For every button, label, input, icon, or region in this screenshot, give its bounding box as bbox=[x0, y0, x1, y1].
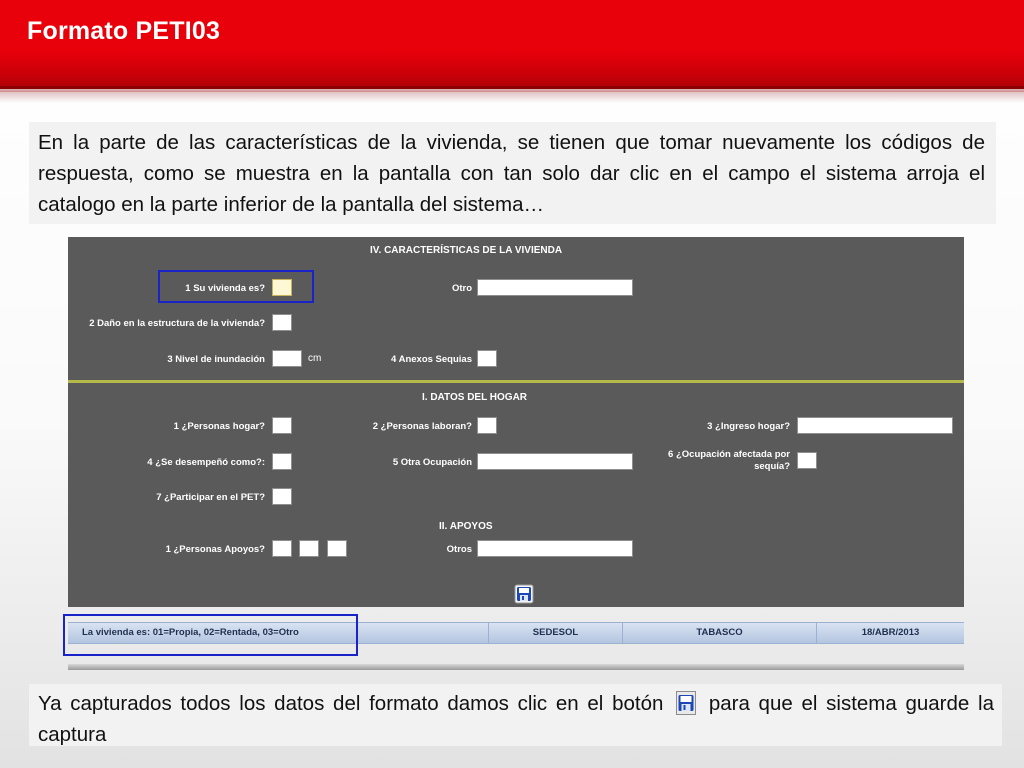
anexos-label: 4 Anexos Sequias bbox=[391, 354, 472, 365]
personas-apoyos-label: 1 ¿Personas Apoyos? bbox=[165, 544, 265, 555]
date-cell: 18/ABR/2013 bbox=[816, 623, 964, 643]
otros-label: Otros bbox=[446, 544, 472, 555]
personas-hogar-label: 1 ¿Personas hogar? bbox=[173, 421, 265, 432]
otra-ocupacion-label: 5 Otra Ocupación bbox=[392, 457, 472, 468]
state-cell: TABASCO bbox=[622, 623, 816, 643]
otro-input[interactable] bbox=[477, 279, 633, 296]
personas-hogar-input[interactable] bbox=[272, 417, 292, 434]
org-cell: SEDESOL bbox=[488, 623, 622, 643]
otra-ocupacion-input[interactable] bbox=[477, 453, 633, 470]
ocupacion-afectada-label: 6 ¿Ocupación afectada por sequía? bbox=[668, 449, 790, 472]
otro-label: Otro bbox=[451, 283, 472, 294]
desempeno-input[interactable] bbox=[272, 453, 292, 470]
dano-label: 2 Daño en la estructura de la vivienda? bbox=[89, 318, 265, 329]
ingreso-label: 3 ¿Ingreso hogar? bbox=[707, 421, 790, 432]
section-apoyos-title: II. APOYOS bbox=[439, 521, 493, 532]
personas-laboran-input[interactable] bbox=[477, 417, 497, 434]
title-banner bbox=[0, 0, 1024, 92]
section-vivienda-title: IV. CARACTERÍSTICAS DE LA VIVIENDA bbox=[370, 245, 563, 256]
slide-title: Formato PETI03 bbox=[27, 17, 221, 45]
section-divider bbox=[68, 380, 964, 383]
highlight-su-vivienda bbox=[158, 270, 314, 303]
personas-laboran-label: 2 ¿Personas laboran? bbox=[372, 421, 472, 432]
screenshot-bottom-strip bbox=[68, 664, 964, 670]
highlight-catalog bbox=[63, 614, 358, 656]
outro-text-before: Ya capturados todos los datos del format… bbox=[38, 692, 664, 715]
participar-label: 7 ¿Participar en el PET? bbox=[156, 492, 265, 503]
floppy-disk-icon[interactable] bbox=[514, 584, 534, 604]
anexos-input[interactable] bbox=[477, 350, 497, 367]
ingreso-input[interactable] bbox=[797, 417, 953, 434]
outro-textbox: Ya capturados todos los datos del format… bbox=[29, 684, 1002, 746]
nivel-input[interactable] bbox=[272, 350, 302, 367]
otros-input[interactable] bbox=[477, 540, 633, 557]
banner-shadow bbox=[0, 89, 1024, 103]
intro-text: En la parte de las características de la… bbox=[38, 131, 985, 216]
dano-input[interactable] bbox=[272, 314, 292, 331]
intro-textbox: En la parte de las características de la… bbox=[29, 122, 996, 224]
participar-input[interactable] bbox=[272, 488, 292, 505]
desempeno-label: 4 ¿Se desempeñó como?: bbox=[147, 457, 265, 468]
save-icon bbox=[676, 691, 697, 715]
personas-apoyos-input-3[interactable] bbox=[327, 540, 347, 557]
personas-apoyos-input-1[interactable] bbox=[272, 540, 292, 557]
nivel-unit: cm bbox=[308, 353, 322, 364]
section-hogar-title: I. DATOS DEL HOGAR bbox=[422, 392, 528, 403]
personas-apoyos-input-2[interactable] bbox=[299, 540, 319, 557]
nivel-label: 3 Nivel de inundación bbox=[167, 354, 265, 365]
ocupacion-afectada-input[interactable] bbox=[797, 452, 817, 469]
